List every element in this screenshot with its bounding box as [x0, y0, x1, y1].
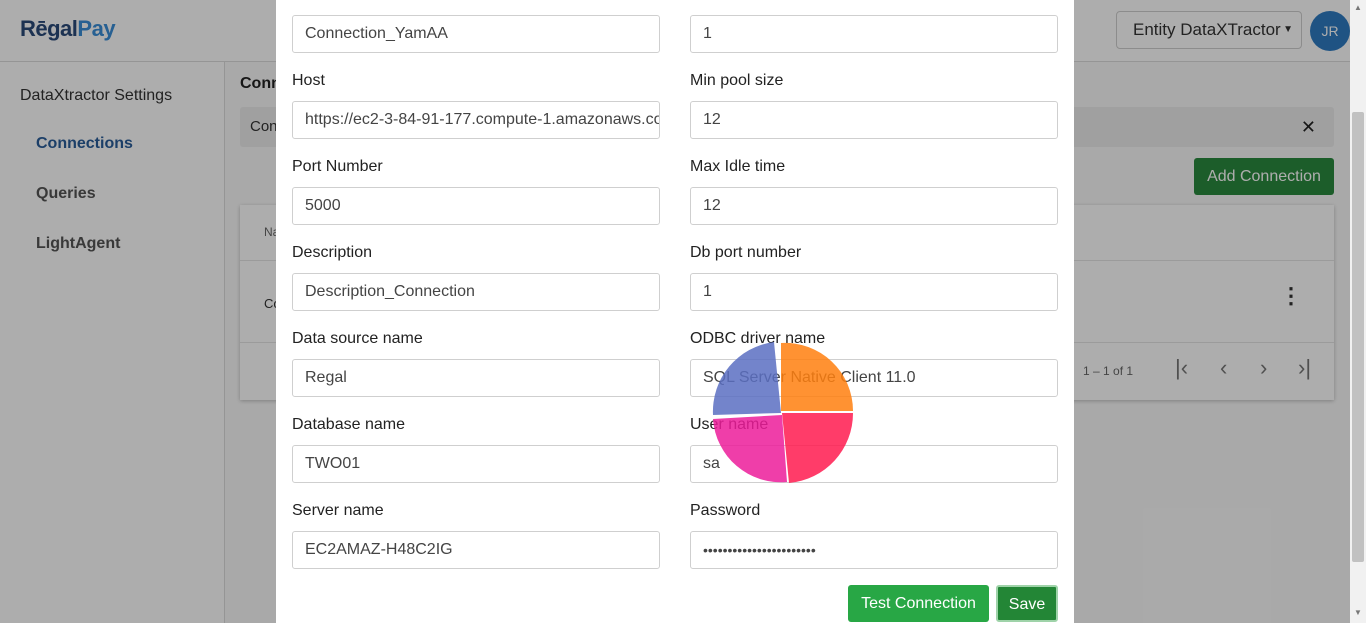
host-label: Host [292, 72, 325, 89]
scroll-down-icon[interactable]: ▼ [1354, 608, 1362, 617]
port-number-field[interactable]: 5000 [292, 187, 660, 225]
connection-name-field[interactable]: Connection_YamAA [292, 15, 660, 53]
scrollbar-thumb[interactable] [1352, 112, 1364, 562]
description-field[interactable]: Description_Connection [292, 273, 660, 311]
min-pool-size-field[interactable]: 12 [690, 101, 1058, 139]
pie-chart-overlay [712, 342, 854, 483]
database-name-field[interactable]: TWO01 [292, 445, 660, 483]
description-label: Description [292, 244, 373, 261]
page-scrollbar[interactable]: ▲ ▼ [1350, 0, 1366, 623]
password-field[interactable]: ••••••••••••••••••••••• [690, 531, 1058, 569]
database-name-label: Database name [292, 416, 405, 433]
max-idle-time-label: Max Idle time [690, 158, 786, 175]
db-port-number-label: Db port number [690, 244, 802, 261]
test-connection-button[interactable]: Test Connection [848, 585, 989, 622]
pie-slice-orange [781, 342, 854, 411]
pie-slice-magenta [713, 415, 787, 483]
host-field[interactable]: https://ec2-3-84-91-177.compute-1.amazon… [292, 101, 660, 139]
pie-slice-red [782, 413, 854, 483]
server-name-label: Server name [292, 502, 384, 519]
scroll-up-icon[interactable]: ▲ [1354, 3, 1362, 12]
password-label: Password [690, 502, 761, 519]
min-pool-size-label: Min pool size [690, 72, 784, 89]
max-idle-time-field[interactable]: 12 [690, 187, 1058, 225]
connection-modal: Connection_YamAA Host https://ec2-3-84-9… [276, 0, 1074, 623]
port-number-label: Port Number [292, 158, 383, 175]
save-button[interactable]: Save [996, 585, 1058, 622]
server-name-field[interactable]: EC2AMAZ-H48C2IG [292, 531, 660, 569]
db-port-number-field[interactable]: 1 [690, 273, 1058, 311]
data-source-name-field[interactable]: Regal [292, 359, 660, 397]
top-right-field[interactable]: 1 [690, 15, 1058, 53]
data-source-name-label: Data source name [292, 330, 423, 347]
pie-slice-blue [712, 342, 781, 415]
